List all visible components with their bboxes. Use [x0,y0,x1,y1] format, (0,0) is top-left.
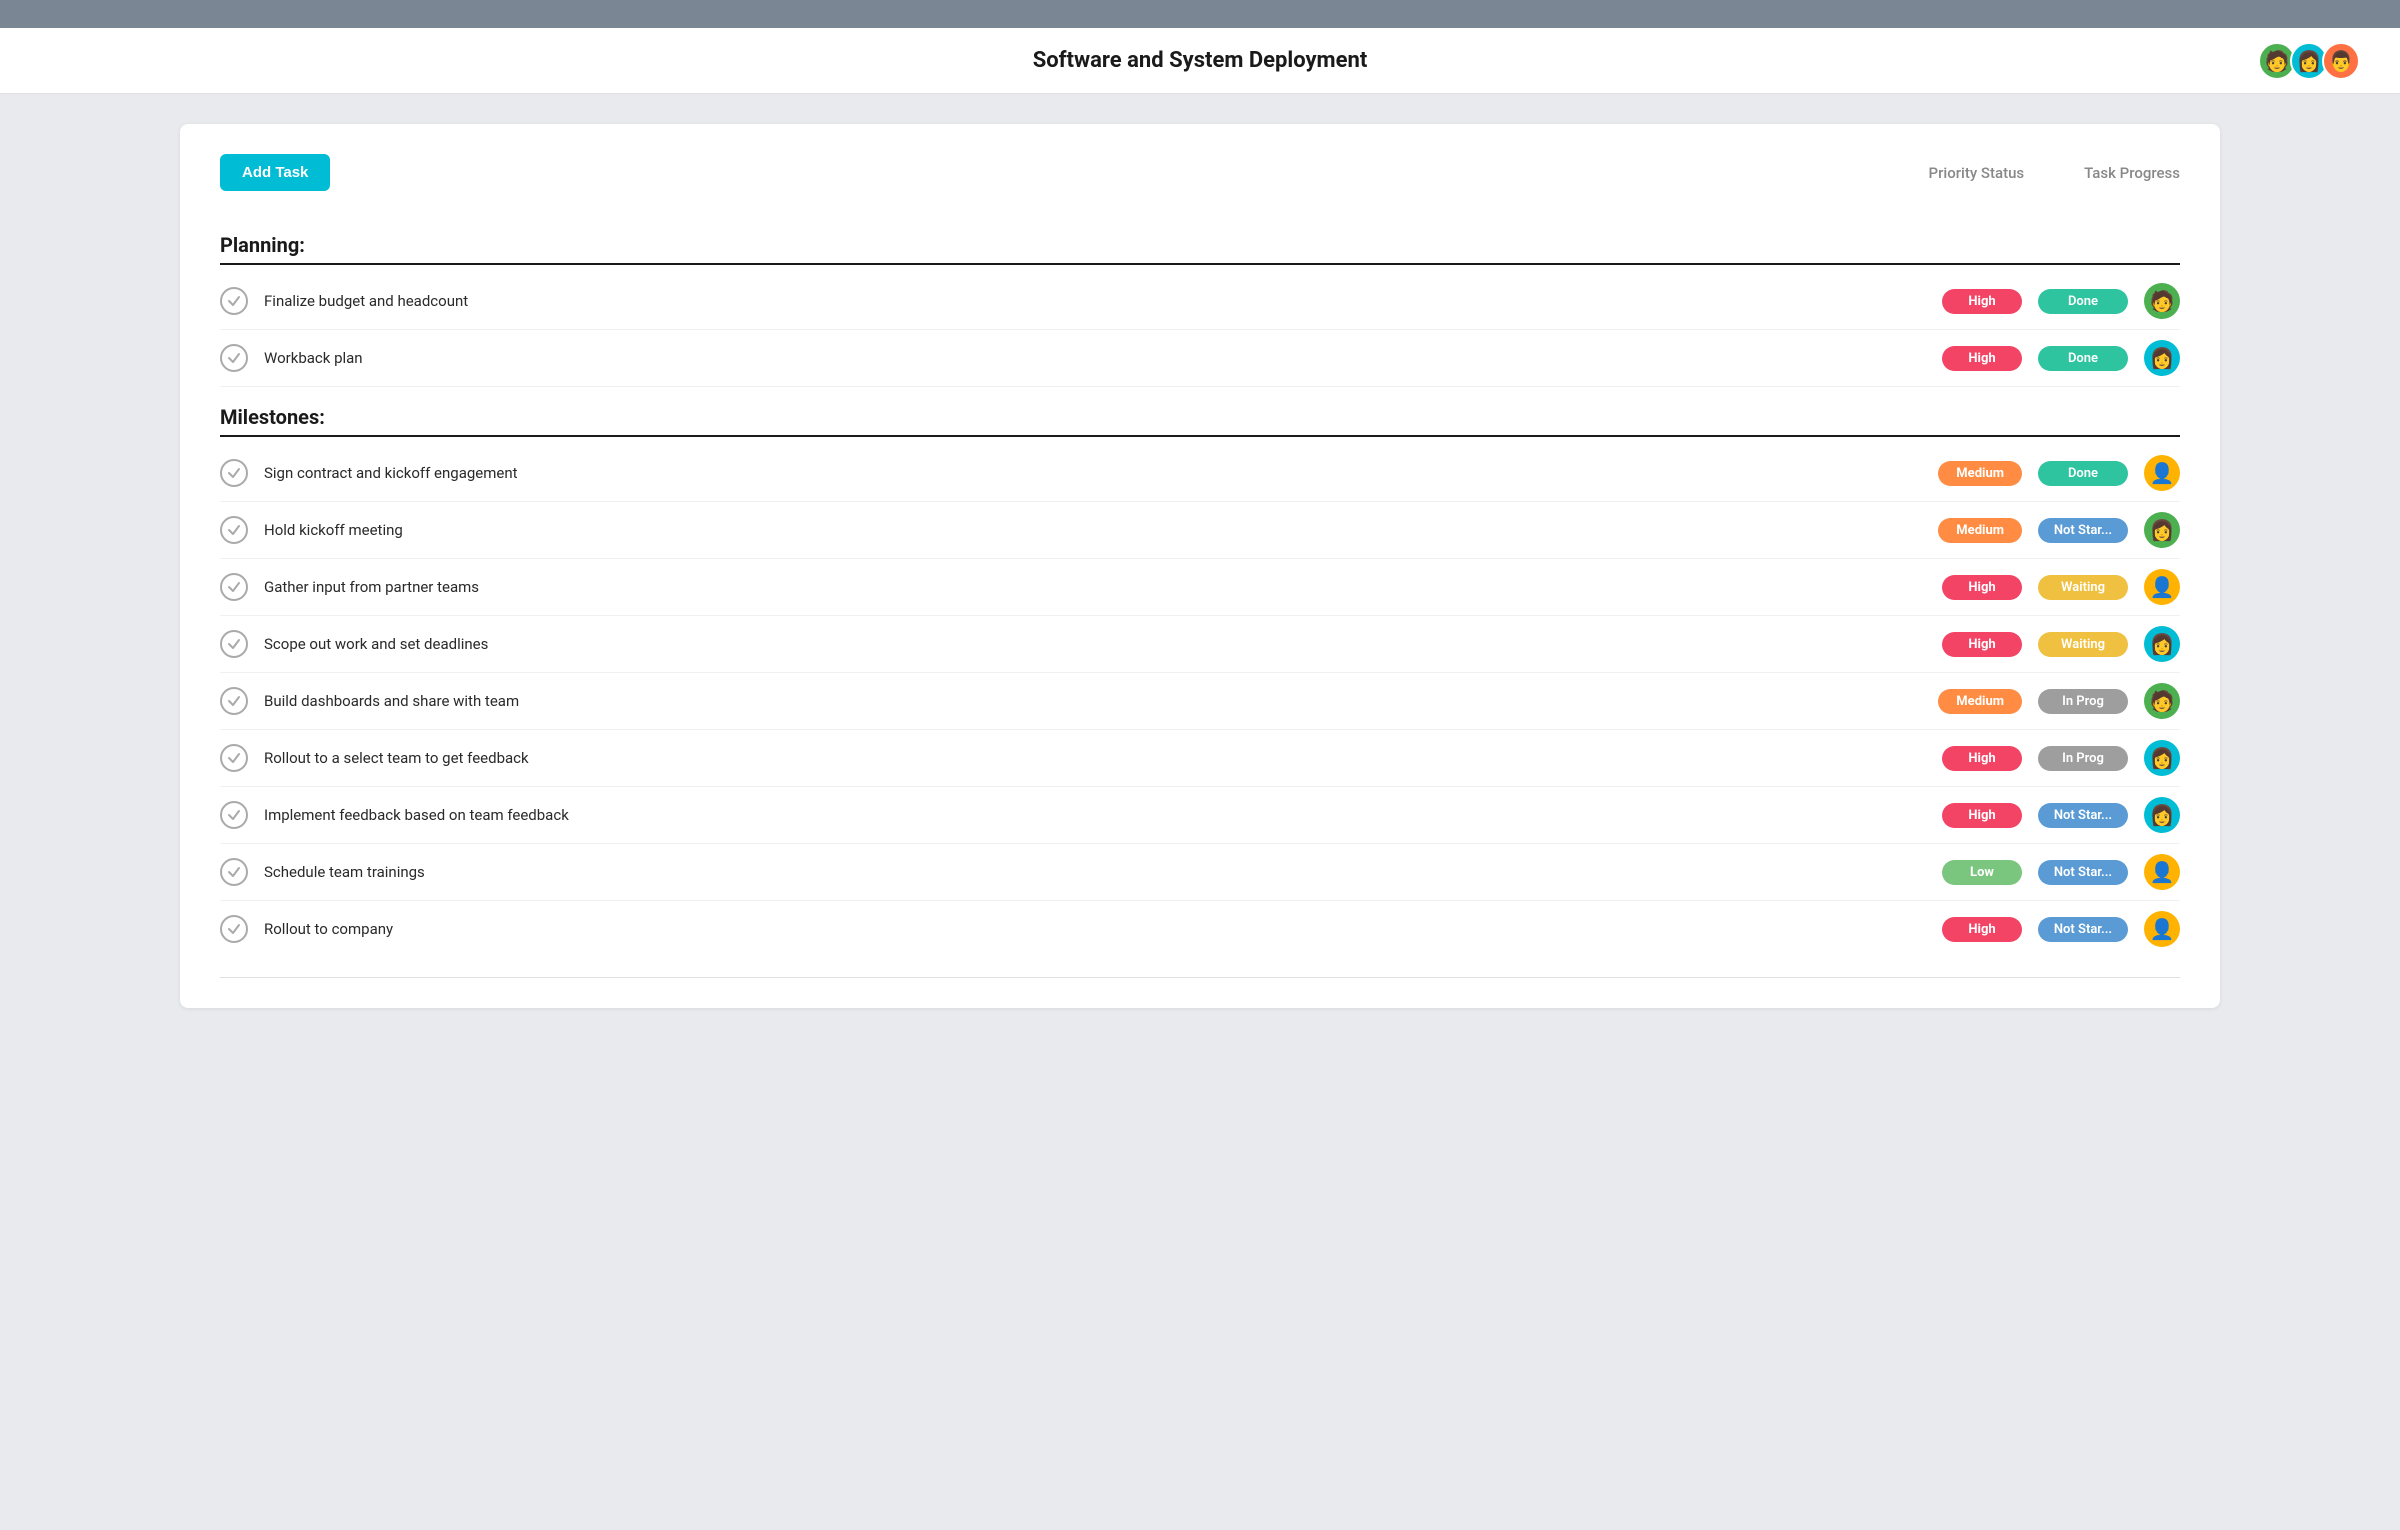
task-avatar: 👩 [2144,340,2180,376]
priority-status-label: Priority Status [1929,164,2025,182]
section-divider-1 [220,435,2180,437]
task-row: Scope out work and set deadlinesHigh Wait… [220,616,2180,673]
task-name: Schedule team trainings [264,863,1942,881]
task-avatar: 👩 [2144,797,2180,833]
task-name: Gather input from partner teams [264,578,1942,596]
task-avatar: 👤 [2144,569,2180,605]
priority-badge[interactable]: Medium [1938,689,2022,714]
status-badge[interactable]: Not Star... [2038,518,2128,543]
task-avatar: 🧑 [2144,283,2180,319]
priority-badge[interactable]: High [1942,746,2022,771]
add-task-button[interactable]: Add Task [220,154,330,191]
task-row: Rollout to companyHigh Not Star... 👤 [220,901,2180,957]
section-title-0: Planning: [220,215,2180,263]
task-avatar: 👤 [2144,854,2180,890]
header-avatars: 🧑👩👨 [2258,42,2360,80]
priority-badge[interactable]: High [1942,803,2022,828]
task-avatar: 👤 [2144,455,2180,491]
page-title: Software and System Deployment [1033,48,1368,73]
task-check-icon[interactable] [220,915,248,943]
task-avatar: 👩 [2144,512,2180,548]
priority-badge[interactable]: High [1942,917,2022,942]
task-check-icon[interactable] [220,744,248,772]
header: Software and System Deployment 🧑👩👨 [0,28,2400,94]
toolbar-labels: Priority Status Task Progress [1929,164,2180,182]
task-check-icon[interactable] [220,630,248,658]
status-badge[interactable]: Not Star... [2038,803,2128,828]
task-check-icon[interactable] [220,287,248,315]
section-title-1: Milestones: [220,387,2180,435]
task-row: Finalize budget and headcountHigh Done 🧑 [220,273,2180,330]
task-row: Workback planHigh Done 👩 [220,330,2180,387]
status-badge[interactable]: In Prog [2038,689,2128,714]
task-row: Schedule team trainingsLow Not Star... 👤 [220,844,2180,901]
toolbar: Add Task Priority Status Task Progress [220,154,2180,191]
priority-badge[interactable]: High [1942,346,2022,371]
status-badge[interactable]: Not Star... [2038,917,2128,942]
priority-badge[interactable]: Low [1942,860,2022,885]
status-badge[interactable]: Done [2038,289,2128,314]
task-row: Gather input from partner teamsHigh Waiti… [220,559,2180,616]
task-row: Build dashboards and share with teamMedi… [220,673,2180,730]
task-check-icon[interactable] [220,573,248,601]
status-badge[interactable]: Done [2038,461,2128,486]
task-name: Build dashboards and share with team [264,692,1938,710]
task-check-icon[interactable] [220,459,248,487]
section-divider-0 [220,263,2180,265]
top-bar [0,0,2400,28]
status-badge[interactable]: Not Star... [2038,860,2128,885]
task-name: Finalize budget and headcount [264,292,1942,310]
task-avatar: 🧑 [2144,683,2180,719]
task-row: Rollout to a select team to get feedback… [220,730,2180,787]
task-row: Sign contract and kickoff engagementMedi… [220,445,2180,502]
status-badge[interactable]: Waiting [2038,575,2128,600]
task-avatar: 👩 [2144,740,2180,776]
main-content: Add Task Priority Status Task Progress P… [0,94,2400,1038]
task-name: Scope out work and set deadlines [264,635,1942,653]
task-name: Implement feedback based on team feedbac… [264,806,1942,824]
task-name: Rollout to a select team to get feedback [264,749,1942,767]
task-name: Workback plan [264,349,1942,367]
task-avatar: 👩 [2144,626,2180,662]
header-avatar-3: 👨 [2322,42,2360,80]
task-check-icon[interactable] [220,858,248,886]
priority-badge[interactable]: High [1942,289,2022,314]
bottom-divider [220,977,2180,978]
task-row: Implement feedback based on team feedbac… [220,787,2180,844]
priority-badge[interactable]: Medium [1938,461,2022,486]
task-row: Hold kickoff meetingMedium Not Star... 👩 [220,502,2180,559]
status-badge[interactable]: Done [2038,346,2128,371]
task-avatar: 👤 [2144,911,2180,947]
task-check-icon[interactable] [220,687,248,715]
priority-badge[interactable]: High [1942,632,2022,657]
task-check-icon[interactable] [220,344,248,372]
priority-badge[interactable]: High [1942,575,2022,600]
task-check-icon[interactable] [220,516,248,544]
task-name: Hold kickoff meeting [264,521,1938,539]
task-check-icon[interactable] [220,801,248,829]
priority-badge[interactable]: Medium [1938,518,2022,543]
task-name: Rollout to company [264,920,1942,938]
task-progress-label: Task Progress [2084,164,2180,182]
status-badge[interactable]: Waiting [2038,632,2128,657]
status-badge[interactable]: In Prog [2038,746,2128,771]
task-name: Sign contract and kickoff engagement [264,464,1938,482]
task-card: Add Task Priority Status Task Progress P… [180,124,2220,1008]
